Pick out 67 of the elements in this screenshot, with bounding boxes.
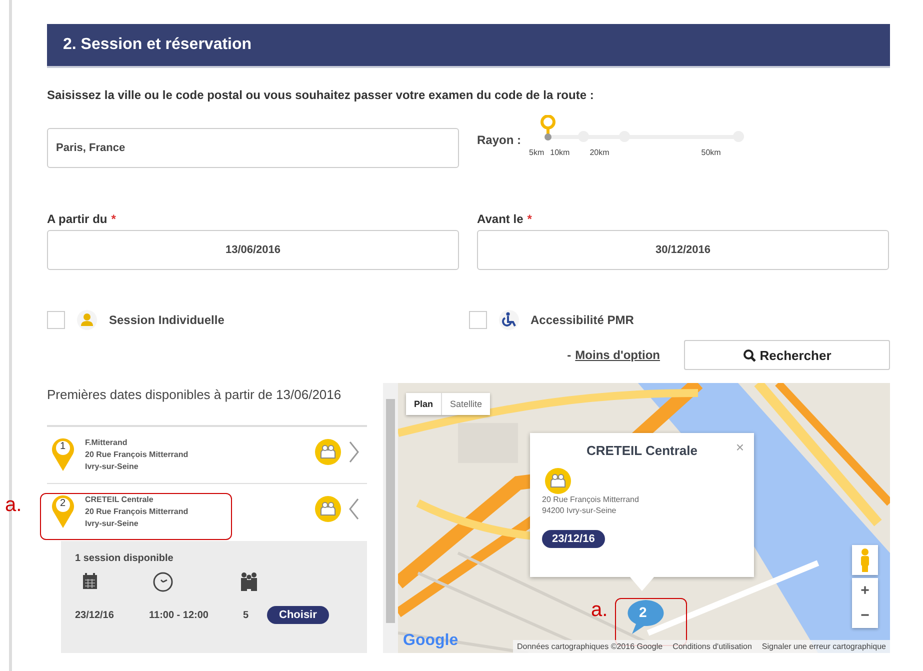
zoom-button[interactable]: −	[852, 603, 878, 628]
required-mark: *	[111, 212, 116, 226]
chevron-icon[interactable]	[349, 441, 359, 463]
option-label: Session Individuelle	[109, 313, 224, 327]
session-date: 23/12/16	[75, 610, 115, 620]
wheelchair-icon	[498, 310, 518, 330]
clock-icon	[153, 572, 173, 592]
annotation-label: a.	[591, 599, 608, 622]
date-label: Avant le	[477, 212, 524, 226]
slider-thumb-icon[interactable]	[540, 115, 556, 141]
center-name: F.Mitterand	[85, 437, 128, 449]
session-time: 11:00 - 12:00	[149, 610, 210, 620]
center-name: CRETEIL Centrale	[85, 494, 154, 506]
city-field[interactable]: Paris, France	[47, 128, 459, 168]
popup-title: CRETEIL Centrale	[585, 443, 698, 458]
tick-label: 10km	[550, 148, 570, 157]
group-icon	[315, 439, 341, 465]
search-button[interactable]: Rechercher	[684, 340, 890, 370]
checkbox[interactable]	[468, 311, 486, 329]
group-icon	[545, 468, 571, 494]
center-city: Ivry-sur-Seine	[85, 518, 140, 530]
center-item[interactable]: 1 F.Mitterand 20 Rue François Mitterrand Ivry-sur-Seine	[47, 425, 367, 483]
pin-number: 1	[60, 441, 66, 452]
section-title: 2. Session et réservation	[63, 36, 252, 54]
chevron-icon[interactable]	[349, 498, 359, 520]
date-label: A partir du	[47, 212, 108, 226]
radius-label: Rayon :	[477, 133, 522, 149]
scrollbar[interactable]	[383, 383, 398, 653]
search-icon	[742, 348, 756, 362]
less-options-link[interactable]: Moins d'option	[575, 348, 660, 362]
instruction-text: Saisissez la ville ou le code postal ou vous souhaitez passer votre examen du code de la route :	[47, 88, 595, 102]
results-heading: Premières dates disponibles à partir de 13/06/2016	[47, 387, 342, 404]
date-field[interactable]: 13/06/2016	[47, 230, 459, 270]
date-field[interactable]: 30/12/2016	[477, 230, 889, 270]
marker-number: 2	[639, 604, 647, 620]
pin-number: 2	[60, 498, 66, 509]
center-address: 20 Rue François Mitterrand	[85, 506, 190, 518]
annotation-label: a.	[5, 494, 22, 517]
map-type-tab[interactable]: Satellite	[442, 393, 490, 415]
radius-slider[interactable]	[541, 114, 744, 144]
date-badge: 23/12/16	[542, 530, 605, 548]
link-prefix: -	[567, 348, 572, 362]
attribution-text[interactable]: Données cartographiques ©2016 Google	[517, 642, 663, 651]
attribution-text[interactable]: Signaler une erreur cartographique	[762, 642, 886, 651]
pegman-icon[interactable]	[852, 545, 878, 575]
popup-address: 20 Rue François Mitterrand	[542, 494, 640, 505]
calendar-icon	[81, 572, 99, 590]
tick-label: 20km	[590, 148, 610, 157]
map-type-tab[interactable]: Plan	[406, 393, 442, 415]
person-icon	[77, 310, 97, 330]
group-icon	[315, 496, 341, 522]
tick-label: 50km	[701, 148, 721, 157]
session-count: 1 session disponible	[75, 553, 174, 564]
session-seats: 5	[243, 610, 267, 620]
pin-icon	[51, 437, 75, 471]
checkbox[interactable]	[47, 311, 65, 329]
center-city: Ivry-sur-Seine	[85, 461, 140, 473]
people-icon	[239, 572, 259, 592]
option-label: Accessibilité PMR	[530, 313, 634, 327]
pin-icon	[51, 494, 75, 528]
attribution-text[interactable]: Conditions d'utilisation	[672, 642, 752, 651]
center-address: 20 Rue François Mitterrand	[85, 449, 190, 461]
tick-label: 5km	[529, 148, 544, 157]
choose-button[interactable]: Choisir	[267, 606, 329, 624]
popup-city: 94200 Ivry-sur-Seine	[542, 505, 618, 516]
required-mark: *	[527, 212, 532, 226]
zoom-button[interactable]: +	[852, 578, 878, 603]
